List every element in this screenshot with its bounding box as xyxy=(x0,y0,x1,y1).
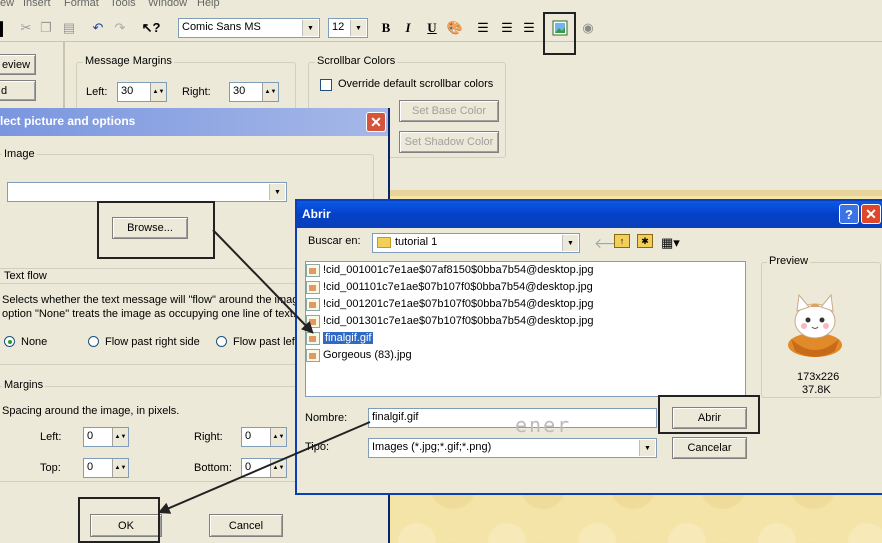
arrow-name-to-ok xyxy=(157,421,371,514)
instruction-arrows xyxy=(157,229,371,514)
arrow-browse-to-file xyxy=(212,229,314,334)
